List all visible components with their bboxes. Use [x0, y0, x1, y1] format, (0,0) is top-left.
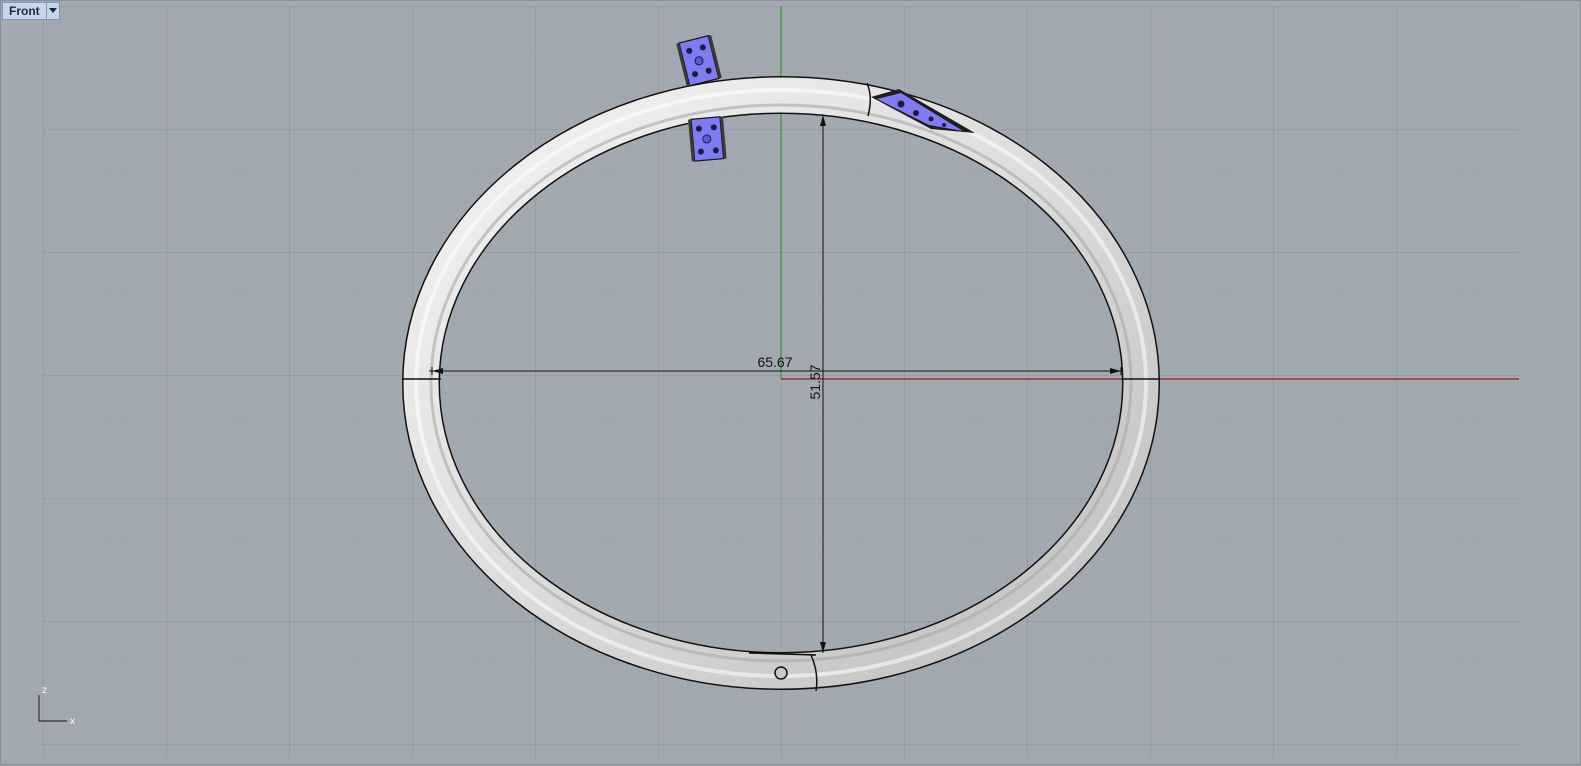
height-dimension-label: 51.57: [807, 364, 823, 399]
front-viewport[interactable]: 65.67 51.57 z x Front: [0, 0, 1581, 765]
stone-setting-lower-left[interactable]: [688, 116, 727, 162]
dropdown-arrow-icon[interactable]: [45, 3, 59, 19]
viewport-title-tab[interactable]: Front: [2, 2, 60, 20]
width-dimension-label: 65.67: [757, 354, 792, 370]
viewport-title[interactable]: Front: [3, 3, 46, 19]
axes-widget-z-label: z: [42, 685, 47, 696]
viewport-canvas[interactable]: 65.67 51.57 z x: [1, 1, 1581, 766]
clasp-pin[interactable]: [774, 666, 788, 680]
axes-widget-x-label: x: [70, 716, 75, 727]
